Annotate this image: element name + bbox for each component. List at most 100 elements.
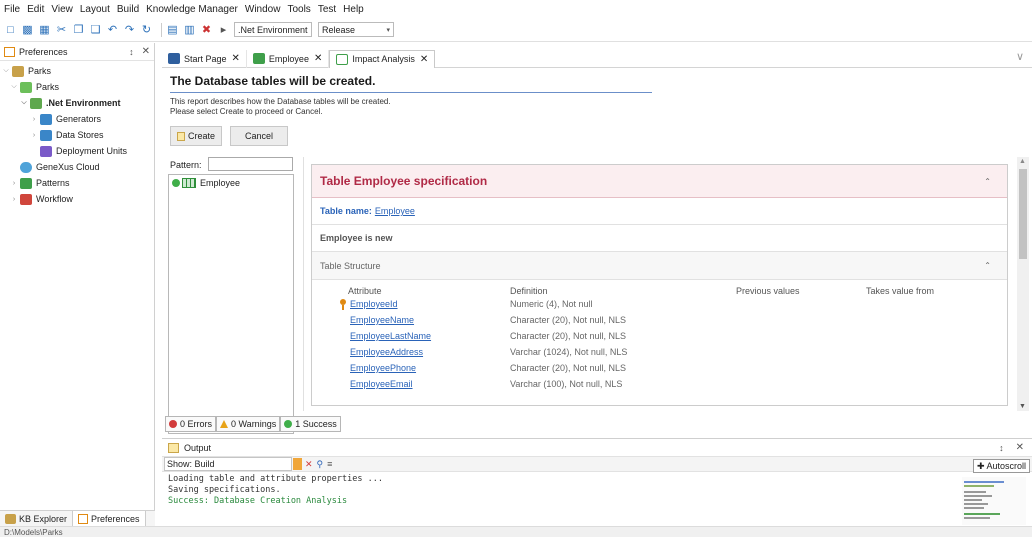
- tree-node-deployment-units[interactable]: Deployment Units: [0, 143, 154, 159]
- tree-node-version[interactable]: ⌵ Parks: [0, 79, 154, 95]
- show-select[interactable]: Show: Build: [164, 457, 292, 471]
- tab-kb-explorer[interactable]: KB Explorer: [0, 511, 72, 527]
- spec-scrollbar[interactable]: ▲ ▼: [1017, 157, 1029, 411]
- chevron-right-icon[interactable]: ›: [30, 132, 38, 139]
- attribute-link[interactable]: EmployeePhone: [350, 363, 416, 373]
- save-icon[interactable]: ▩: [21, 23, 34, 36]
- chevron-right-icon[interactable]: ›: [10, 180, 18, 187]
- menu-help[interactable]: Help: [343, 4, 364, 15]
- clear-icon[interactable]: ✕: [305, 459, 313, 470]
- menu-knowledge-manager[interactable]: Knowledge Manager: [146, 4, 238, 15]
- tree-node-environment[interactable]: ⌵ .Net Environment: [0, 95, 154, 111]
- autoscroll-button[interactable]: ✚ Autoscroll: [972, 459, 1030, 473]
- pattern-input[interactable]: [208, 157, 293, 171]
- table-status-row: Employee is new: [312, 225, 1007, 252]
- attribute-link[interactable]: EmployeeAddress: [350, 347, 423, 357]
- close-icon[interactable]: ✕: [142, 46, 150, 57]
- cloud-icon: [20, 161, 32, 173]
- dropdown-icon[interactable]: [293, 458, 302, 470]
- pin-icon[interactable]: ↕: [999, 443, 1004, 453]
- cancel-build-icon[interactable]: ✖: [200, 23, 213, 36]
- object-list: Employee: [168, 174, 294, 434]
- build-icon[interactable]: ▤: [166, 23, 179, 36]
- attribute-link[interactable]: EmployeeName: [350, 315, 414, 325]
- wrap-icon[interactable]: ≡: [327, 459, 332, 469]
- menu-layout[interactable]: Layout: [80, 4, 110, 15]
- close-icon[interactable]: ✕: [420, 54, 428, 65]
- collapse-icon[interactable]: ⌃: [984, 177, 991, 186]
- attribute-link[interactable]: EmployeeLastName: [350, 331, 431, 341]
- success-filter[interactable]: 1 Success: [280, 416, 341, 432]
- attribute-definition: Character (20), Not null, NLS: [510, 363, 627, 373]
- window-status-bar: D:\Models\Parks: [0, 526, 1032, 537]
- menu-build[interactable]: Build: [117, 4, 139, 15]
- save-all-icon[interactable]: ▦: [38, 23, 51, 36]
- close-icon[interactable]: ✕: [1016, 442, 1024, 453]
- search-icon[interactable]: ⚲: [317, 459, 324, 470]
- copy-icon[interactable]: ❐: [72, 23, 85, 36]
- create-button[interactable]: Create: [170, 126, 222, 146]
- environment-select[interactable]: .Net Environment: [234, 22, 312, 37]
- check-icon: [172, 179, 180, 187]
- cancel-button[interactable]: Cancel: [230, 126, 288, 146]
- close-icon[interactable]: ✕: [314, 53, 322, 64]
- collapse-icon[interactable]: ⌃: [984, 261, 991, 270]
- close-icon[interactable]: ✕: [232, 53, 240, 64]
- chevron-down-icon[interactable]: ⌵: [10, 83, 18, 91]
- success-count: 1 Success: [295, 419, 337, 429]
- table-name-link[interactable]: Employee: [375, 206, 415, 216]
- tab-impact-analysis[interactable]: Impact Analysis ✕: [329, 49, 436, 68]
- pin-icon[interactable]: ↕: [129, 47, 134, 57]
- column-header-takes-value-from: Takes value from: [866, 286, 935, 296]
- attribute-link[interactable]: EmployeeId: [350, 299, 398, 309]
- log-line-success: Success: Database Creation Analysis: [168, 496, 348, 506]
- chevron-right-icon[interactable]: ›: [30, 116, 38, 123]
- menu-edit[interactable]: Edit: [27, 4, 44, 15]
- scroll-down-icon[interactable]: ▼: [1019, 403, 1026, 410]
- rocket-icon: [40, 145, 52, 157]
- cut-icon[interactable]: ✂: [55, 23, 68, 36]
- tab-employee[interactable]: Employee ✕: [247, 49, 330, 68]
- run-icon[interactable]: ▸: [217, 23, 230, 36]
- menu-view[interactable]: View: [51, 4, 73, 15]
- scroll-thumb[interactable]: [1019, 169, 1027, 259]
- menu-tools[interactable]: Tools: [287, 4, 310, 15]
- attribute-definition: Varchar (100), Not null, NLS: [510, 379, 623, 389]
- rebuild-icon[interactable]: ▥: [183, 23, 196, 36]
- undo-icon[interactable]: ↶: [106, 23, 119, 36]
- output-minimap[interactable]: [962, 477, 1026, 525]
- attribute-link[interactable]: EmployeeEmail: [350, 379, 413, 389]
- errors-filter[interactable]: 0 Errors: [165, 416, 217, 432]
- configuration-select[interactable]: Release ▾: [318, 22, 394, 37]
- chevron-down-icon[interactable]: ⌵: [2, 67, 10, 75]
- errors-count: 0 Errors: [180, 419, 213, 429]
- tab-preferences[interactable]: Preferences: [72, 510, 146, 527]
- tab-start-page[interactable]: Start Page ✕: [162, 49, 247, 68]
- left-bottom-tabs: KB Explorer Preferences: [0, 510, 155, 527]
- menu-file[interactable]: File: [4, 4, 20, 15]
- chevron-right-icon[interactable]: ›: [10, 196, 18, 203]
- tree-node-workflow[interactable]: › Workflow: [0, 191, 154, 207]
- new-icon[interactable]: □: [4, 23, 17, 36]
- menu-window[interactable]: Window: [245, 4, 281, 15]
- report-description: This report describes how the Database t…: [170, 97, 391, 117]
- tree-node-genexus-cloud[interactable]: GeneXus Cloud: [0, 159, 154, 175]
- tree-node-patterns[interactable]: › Patterns: [0, 175, 154, 191]
- attribute-definition: Character (20), Not null, NLS: [510, 315, 627, 325]
- tree-node-kb[interactable]: ⌵ Parks: [0, 63, 154, 79]
- redo-icon[interactable]: ↷: [123, 23, 136, 36]
- list-item[interactable]: Employee: [169, 175, 293, 191]
- refresh-icon[interactable]: ↻: [140, 23, 153, 36]
- datastores-icon: [40, 129, 52, 141]
- tree-node-data-stores[interactable]: › Data Stores: [0, 127, 154, 143]
- results-status-bar: 0 Errors 0 Warnings 1 Success: [165, 416, 341, 432]
- scroll-up-icon[interactable]: ▲: [1019, 158, 1026, 165]
- chevron-down-icon[interactable]: ⌵: [20, 99, 28, 107]
- tree-node-generators[interactable]: › Generators: [0, 111, 154, 127]
- output-icon: [168, 442, 179, 453]
- warnings-filter[interactable]: 0 Warnings: [216, 416, 281, 432]
- menu-test[interactable]: Test: [318, 4, 336, 15]
- table-name-row: Table name: Employee: [312, 198, 1007, 225]
- chevron-down-icon[interactable]: ∨: [1016, 50, 1024, 63]
- paste-icon[interactable]: ❑: [89, 23, 102, 36]
